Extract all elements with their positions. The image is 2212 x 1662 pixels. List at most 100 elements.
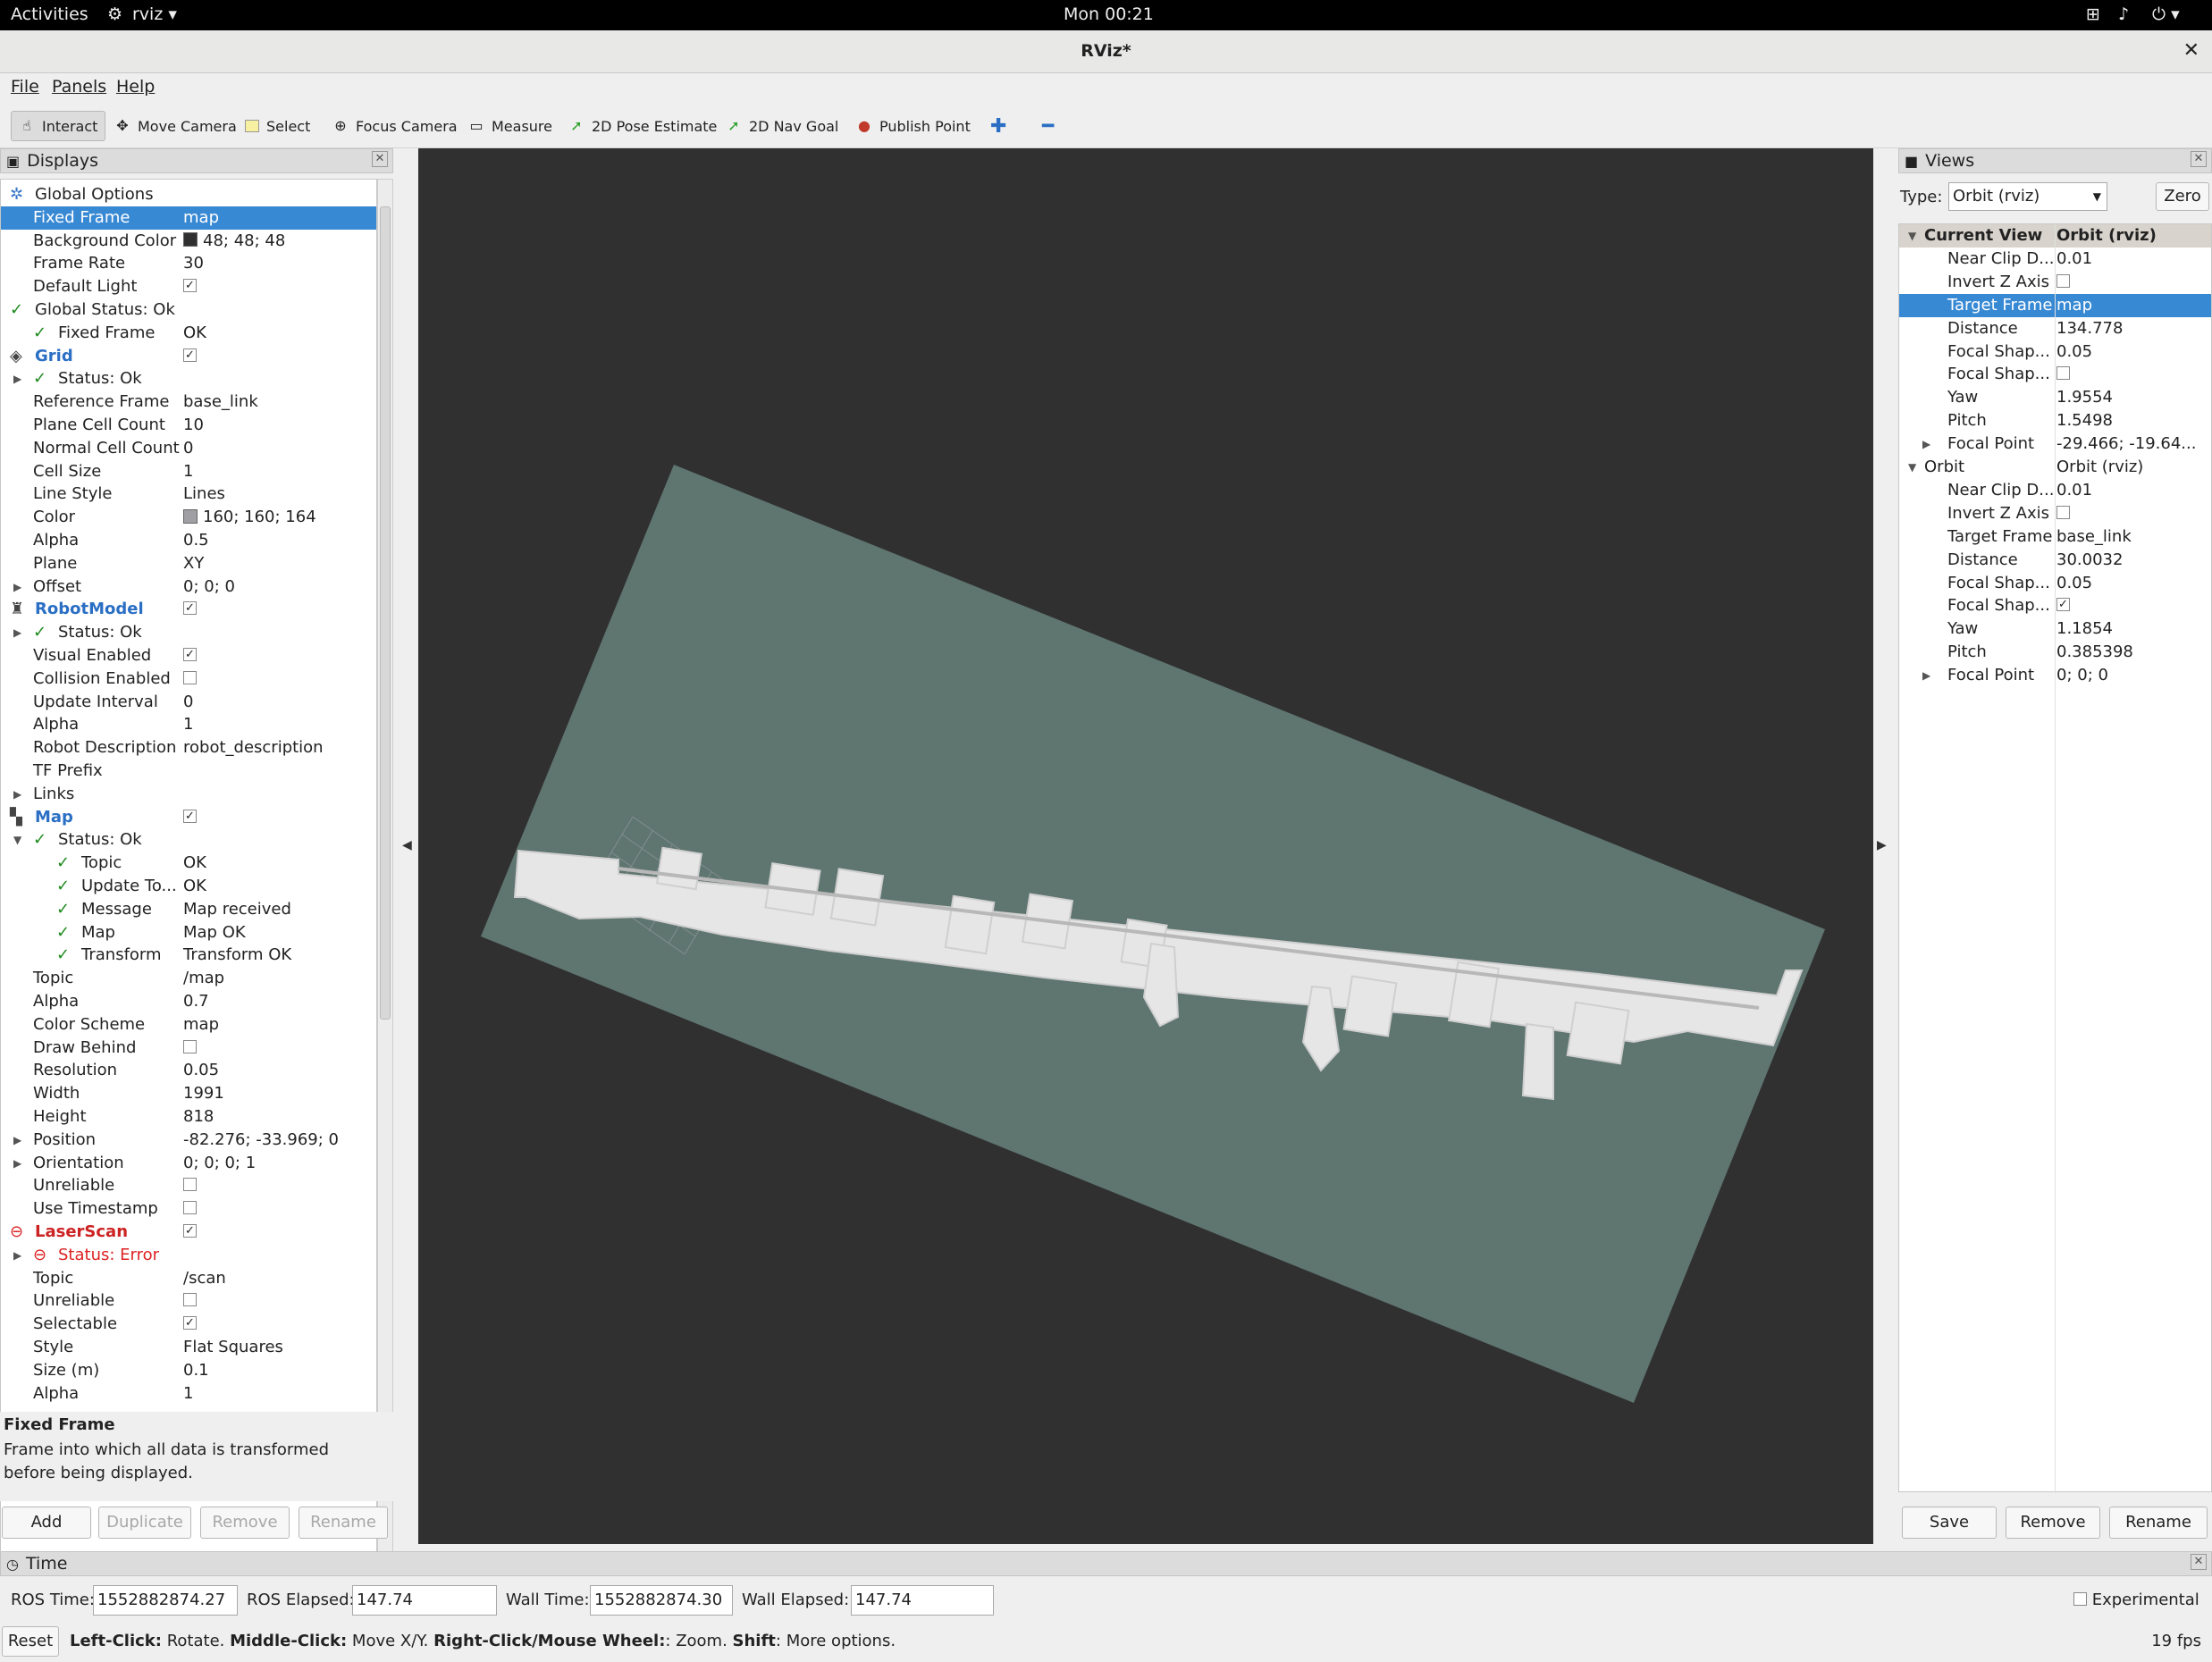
property-value[interactable]: ✓	[183, 345, 197, 368]
property-value[interactable]: -29.466; -19.64...	[2056, 432, 2196, 456]
property-value[interactable]: Map OK	[183, 921, 246, 944]
property-value[interactable]	[183, 1197, 197, 1221]
display-property-row[interactable]: ✓ Update To... OK	[1, 875, 376, 898]
property-value[interactable]: ✓	[183, 1313, 197, 1336]
save-view-button[interactable]: Save	[1902, 1507, 1997, 1539]
property-value[interactable]: Flat Squares	[183, 1336, 283, 1359]
property-value[interactable]: 0.7	[183, 990, 209, 1013]
display-property-row[interactable]: Normal Cell Count 0	[1, 437, 376, 460]
displays-scrollbar[interactable]	[377, 179, 393, 1555]
property-value[interactable]: 1	[183, 460, 193, 483]
activities-button[interactable]: Activities	[11, 4, 88, 24]
property-value[interactable]: map	[183, 1013, 219, 1037]
property-value[interactable]	[183, 1037, 197, 1060]
display-property-row[interactable]: Cell Size 1	[1, 460, 376, 483]
checkbox[interactable]: ✓	[183, 648, 197, 661]
property-value[interactable]: robot_description	[183, 736, 324, 760]
ros-elapsed-field[interactable]: 147.74	[352, 1585, 497, 1616]
display-property-row[interactable]: Update Interval 0	[1, 691, 376, 714]
interact-tool[interactable]: ☝ Interact	[11, 111, 106, 141]
checkbox[interactable]: ✓	[183, 601, 197, 616]
property-value[interactable]: base_link	[183, 390, 258, 414]
display-property-row[interactable]: Size (m) 0.1	[1, 1359, 376, 1382]
property-value[interactable]: 1.5498	[2056, 409, 2113, 432]
property-value[interactable]: 0	[183, 691, 193, 714]
property-value[interactable]: 0.05	[2056, 340, 2092, 364]
property-value[interactable]	[2056, 271, 2070, 294]
display-property-row[interactable]: ✓ Map Map OK	[1, 921, 376, 944]
property-value[interactable]	[183, 1174, 197, 1197]
displays-tree[interactable]: ✲ Global Options Fixed Frame map Background …	[0, 179, 377, 1555]
display-property-row[interactable]: Reference Frame base_link	[1, 390, 376, 414]
display-property-row[interactable]: ▶ ✓ Status: Ok	[1, 367, 376, 390]
collapse-right-icon[interactable]: ▶	[1877, 838, 1887, 852]
display-property-row[interactable]: Selectable ✓	[1, 1313, 376, 1336]
collapse-icon[interactable]: ▼	[1908, 224, 1916, 248]
property-value[interactable]: 30	[183, 252, 204, 275]
display-property-row[interactable]: Use Timestamp	[1, 1197, 376, 1221]
property-value[interactable]: /map	[183, 967, 224, 990]
property-value[interactable]: ✓	[183, 806, 197, 829]
select-tool[interactable]: Select	[238, 111, 317, 141]
property-value[interactable]: ✓	[2056, 594, 2070, 617]
checkbox[interactable]	[2056, 505, 2070, 519]
close-panel-icon[interactable]: ✕	[2191, 151, 2207, 167]
property-value[interactable]: Lines	[183, 483, 225, 506]
checkbox[interactable]: ✓	[183, 809, 197, 823]
property-value[interactable]: 0; 0; 0	[183, 575, 235, 599]
wall-elapsed-field[interactable]: 147.74	[851, 1585, 994, 1616]
property-value[interactable]: 30.0032	[2056, 549, 2123, 572]
property-value[interactable]: ✓	[183, 598, 197, 621]
property-value[interactable]	[2056, 363, 2070, 386]
display-property-row[interactable]: Unreliable	[1, 1289, 376, 1313]
property-value[interactable]: 0.5	[183, 529, 209, 552]
property-value[interactable]: 0; 0; 0	[2056, 664, 2108, 687]
property-value[interactable]: 48; 48; 48	[183, 230, 285, 253]
experimental-checkbox[interactable]: Experimental	[2073, 1591, 2199, 1609]
focus-camera-tool[interactable]: ⊕ Focus Camera	[325, 111, 465, 141]
property-value[interactable]: -82.276; -33.969; 0	[183, 1129, 339, 1152]
property-value[interactable]: 818	[183, 1105, 214, 1129]
display-property-row[interactable]: Collision Enabled	[1, 667, 376, 691]
display-property-row[interactable]: Alpha 1	[1, 713, 376, 736]
wall-time-field[interactable]: 1552882874.30	[590, 1585, 733, 1616]
property-value[interactable]: Orbit (rviz)	[2056, 456, 2143, 479]
publish-point-tool[interactable]: ● Publish Point	[849, 111, 978, 141]
checkbox[interactable]	[2056, 273, 2070, 288]
display-property-row[interactable]: ▶ Position -82.276; -33.969; 0	[1, 1129, 376, 1152]
property-value[interactable]: Orbit (rviz)	[2056, 224, 2157, 248]
property-value[interactable]: 0.385398	[2056, 641, 2133, 664]
display-property-row[interactable]: Unreliable	[1, 1174, 376, 1197]
property-value[interactable]: 0.1	[183, 1359, 209, 1382]
checkbox[interactable]	[183, 1201, 197, 1215]
expand-icon[interactable]: ▶	[13, 1244, 21, 1267]
view-type-select[interactable]: Orbit (rviz) ▼	[1948, 182, 2107, 211]
collapse-left-icon[interactable]: ◀	[402, 838, 412, 852]
reset-button[interactable]: Reset	[2, 1626, 59, 1657]
property-value[interactable]	[2056, 502, 2070, 525]
display-property-row[interactable]: Style Flat Squares	[1, 1336, 376, 1359]
display-property-row[interactable]: Color Scheme map	[1, 1013, 376, 1037]
property-value[interactable]: OK	[183, 322, 206, 345]
property-value[interactable]: XY	[183, 552, 204, 575]
property-value[interactable]: OK	[183, 875, 206, 898]
display-property-row[interactable]: ✓ Fixed Frame OK	[1, 322, 376, 345]
checkbox[interactable]: ✓	[183, 279, 197, 293]
property-value[interactable]: 1	[183, 713, 193, 736]
volume-icon[interactable]: ♪	[2118, 4, 2129, 24]
property-value[interactable]: OK	[183, 852, 206, 875]
property-value[interactable]: base_link	[2056, 525, 2132, 549]
checkbox[interactable]	[183, 1293, 197, 1307]
property-value[interactable]: 0.01	[2056, 248, 2092, 271]
remove-display-button[interactable]: Remove	[200, 1507, 290, 1539]
display-property-row[interactable]: Alpha 0.7	[1, 990, 376, 1013]
render-viewport[interactable]	[418, 148, 1873, 1544]
display-property-row[interactable]: TF Prefix	[1, 760, 376, 783]
ros-time-field[interactable]: 1552882874.27	[93, 1585, 238, 1616]
property-value[interactable]: map	[183, 206, 219, 230]
expand-icon[interactable]: ▶	[13, 367, 21, 390]
display-property-row[interactable]: ▶ Offset 0; 0; 0	[1, 575, 376, 599]
power-icon[interactable]: ⏻ ▾	[2152, 4, 2180, 24]
property-value[interactable]	[183, 1289, 197, 1313]
rename-view-button[interactable]: Rename	[2109, 1507, 2208, 1539]
